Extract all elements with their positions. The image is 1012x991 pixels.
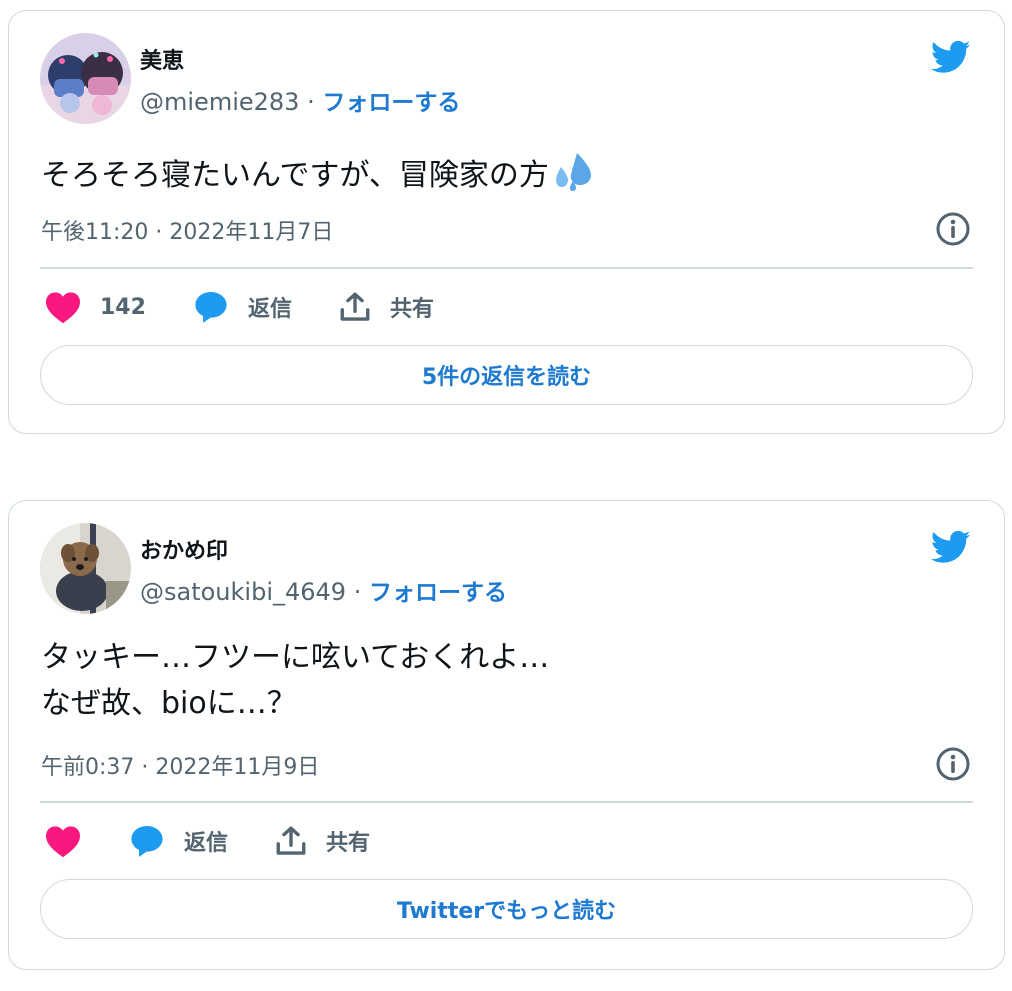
speech-bubble-icon	[195, 292, 227, 323]
share-label: 共有	[389, 297, 434, 322]
handle-line: @miemie283 · フォローする	[140, 83, 460, 117]
follow-button[interactable]: フォローする	[369, 580, 507, 606]
sweat-droplets-icon	[555, 153, 591, 191]
share-icon	[276, 826, 306, 855]
reply-label: 返信	[184, 831, 229, 856]
reply-button[interactable]: 返信	[128, 823, 228, 859]
avatar[interactable]	[40, 33, 131, 124]
like-count: 142	[100, 294, 146, 320]
share-button[interactable]: 共有	[338, 290, 434, 324]
timestamp[interactable]: 午後11:20 · 2022年11月7日	[41, 214, 333, 246]
share-icon	[340, 292, 370, 321]
display-name[interactable]: おかめ印	[140, 533, 228, 565]
action-bar: 返信 共有	[44, 821, 416, 861]
avatar[interactable]	[40, 523, 131, 614]
action-bar: 142 返信 共有	[44, 287, 480, 327]
like-button[interactable]: 142	[44, 290, 146, 324]
handle[interactable]: @miemie283	[140, 88, 299, 116]
tweet-card[interactable]: おかめ印 @satoukibi_4649 · フォローする タッキー…フツーに呟…	[8, 500, 1005, 970]
avatar-image	[40, 33, 131, 124]
tweet-text-line: そろそろ寝たいんですが、冒険家の方	[41, 158, 549, 193]
read-more-on-twitter-button[interactable]: Twitterでもっと読む	[40, 879, 973, 939]
display-name[interactable]: 美恵	[140, 43, 184, 75]
divider	[40, 801, 973, 803]
share-button[interactable]: 共有	[274, 824, 370, 858]
info-icon[interactable]	[935, 211, 971, 247]
share-label: 共有	[326, 831, 371, 856]
info-icon[interactable]	[935, 746, 971, 782]
heart-icon	[46, 292, 80, 324]
twitter-bird-icon[interactable]	[928, 527, 974, 567]
timestamp[interactable]: 午前0:37 · 2022年11月9日	[41, 749, 319, 781]
tweet-text: タッキー…フツーに呟いておくれよ… なぜ故、bioに…？	[41, 635, 549, 727]
read-replies-button[interactable]: 5件の返信を読む	[40, 345, 973, 405]
divider	[40, 267, 973, 269]
follow-button[interactable]: フォローする	[322, 90, 460, 116]
avatar-image	[40, 523, 131, 614]
reply-button[interactable]: 返信	[192, 289, 292, 325]
twitter-bird-icon[interactable]	[928, 37, 974, 77]
heart-icon	[46, 826, 80, 858]
handle-line: @satoukibi_4649 · フォローする	[140, 573, 507, 607]
separator: ·	[353, 578, 362, 606]
handle[interactable]: @satoukibi_4649	[140, 578, 346, 606]
separator: ·	[307, 88, 315, 116]
tweet-text: そろそろ寝たいんですが、冒険家の方	[41, 149, 595, 199]
speech-bubble-icon	[131, 826, 163, 857]
tweet-text-line: タッキー…フツーに呟いておくれよ…	[41, 640, 550, 675]
tweet-text-line: なぜ故、bioに…？	[41, 686, 297, 721]
like-button[interactable]	[44, 824, 82, 858]
reply-label: 返信	[247, 297, 292, 322]
tweet-card[interactable]: 美恵 @miemie283 · フォローする そろそろ寝たいんですが、冒険家の方…	[8, 10, 1005, 434]
